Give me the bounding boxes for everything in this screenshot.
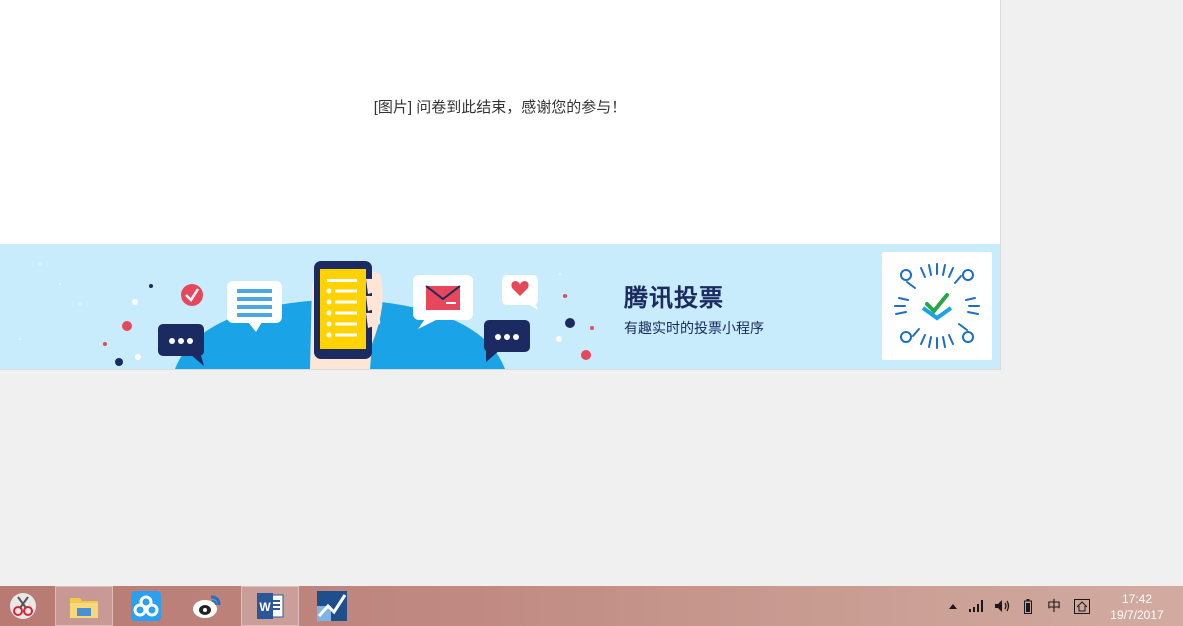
battery-icon[interactable] xyxy=(1021,598,1035,614)
taskbar-app-scissors[interactable] xyxy=(0,586,46,626)
cloud-icon xyxy=(131,591,161,621)
survey-end-message: [图片] 问卷到此结束，感谢您的参与！ xyxy=(373,99,627,116)
clock-time: 17:42 xyxy=(1121,592,1153,606)
ime-chinese-indicator[interactable]: 中 xyxy=(1044,598,1064,614)
taskbar-app-baidu-netdisk[interactable] xyxy=(117,586,175,626)
weibo-icon xyxy=(193,595,221,618)
survey-page: [图片] 问卷到此结束，感谢您的参与！ 腾讯投票 有趣实时的投票小程序 xyxy=(0,0,1001,370)
qr-code-icon xyxy=(894,263,980,349)
folder-icon xyxy=(70,598,98,618)
volume-icon[interactable] xyxy=(994,598,1012,614)
mini-program-qr-code[interactable] xyxy=(882,252,992,360)
ime-mode-icon[interactable] xyxy=(1072,598,1092,614)
word-icon: W xyxy=(257,593,284,619)
taskbar-app-word[interactable]: W xyxy=(241,586,299,626)
banner-illustration xyxy=(19,261,594,369)
taskbar-app-file-explorer[interactable] xyxy=(55,586,113,626)
tencent-vote-banner[interactable]: 腾讯投票 有趣实时的投票小程序 xyxy=(0,244,1000,369)
windows-taskbar: W 中 17:42 19/7/2017 xyxy=(0,586,1183,626)
network-signal-icon[interactable] xyxy=(968,598,986,614)
svg-text:W: W xyxy=(259,600,271,614)
taskbar-app-stock-chart[interactable] xyxy=(303,586,361,626)
chart-icon xyxy=(317,591,347,621)
taskbar-app-weibo[interactable] xyxy=(178,586,236,626)
clock-date: 19/7/2017 xyxy=(1110,608,1164,622)
banner-subtitle: 有趣实时的投票小程序 xyxy=(624,320,764,336)
banner-title: 腾讯投票 xyxy=(624,285,724,312)
tray-expand-chevron-up-icon[interactable] xyxy=(947,598,959,614)
taskbar-clock[interactable]: 17:42 19/7/2017 xyxy=(1100,591,1174,623)
scissors-icon xyxy=(10,593,36,619)
